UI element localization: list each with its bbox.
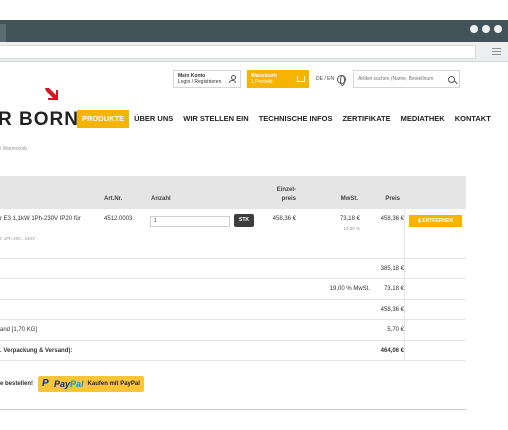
cart-count: 1 Produkt bbox=[251, 79, 273, 85]
browser-tab-strip bbox=[0, 20, 508, 42]
table-row: and [1,70 KG] 5,70 € bbox=[0, 320, 466, 341]
tax-amount: 73,18 € bbox=[383, 286, 404, 292]
grand-total: 464,06 € bbox=[380, 348, 404, 354]
grand-total-label: . Verpackung & Versand): bbox=[0, 348, 73, 354]
tax-rate-label: 19,00 % MwSt. bbox=[329, 286, 370, 292]
shipping-label: and [1,70 KG] bbox=[0, 327, 38, 333]
hamburger-menu-icon[interactable] bbox=[492, 48, 501, 55]
divider bbox=[0, 409, 466, 410]
search-box bbox=[353, 70, 461, 88]
cart-icon bbox=[297, 76, 305, 82]
nav-item-ueber-uns[interactable]: ÜBER UNS bbox=[129, 110, 178, 128]
main-nav: PRODUKTE ÜBER UNS WIR STELLEN EIN TECHNI… bbox=[77, 110, 496, 128]
browser-chrome bbox=[0, 20, 508, 62]
account-button[interactable]: Mein Konto Login / Registrieren bbox=[173, 70, 241, 88]
browser-tab[interactable] bbox=[0, 24, 6, 42]
window-dot-icon[interactable] bbox=[482, 25, 490, 33]
remove-item-button[interactable]: ▮ ENTFERNEN bbox=[409, 215, 462, 227]
user-icon bbox=[229, 75, 236, 83]
nav-item-wir-stellen-ein[interactable]: WIR STELLEN EIN bbox=[178, 110, 253, 128]
subtotal-gross: 458,36 € bbox=[380, 307, 404, 313]
nav-item-technische-infos[interactable]: TECHNISCHE INFOS bbox=[254, 110, 338, 128]
logo-arrow-icon bbox=[45, 88, 58, 100]
paypal-wordmark: PayPal bbox=[54, 379, 84, 389]
checkout-buttons: e bestellen! PayPal Kaufen mit PayPal bbox=[0, 376, 144, 392]
paypal-logo-icon bbox=[42, 378, 50, 389]
shipping-cost: 5,70 € bbox=[387, 327, 404, 333]
remove-label: ENTFERNEN bbox=[422, 218, 453, 224]
table-row: 458,36 € bbox=[0, 300, 466, 320]
item-controls: 1 STK ▮ ENTFERNEN bbox=[0, 176, 466, 276]
nav-item-produkte[interactable]: PRODUKTE bbox=[77, 110, 130, 128]
breadcrumb[interactable]: / Warenkorb bbox=[0, 146, 27, 152]
trash-icon: ▮ bbox=[418, 218, 421, 224]
order-button[interactable]: e bestellen! bbox=[0, 376, 38, 392]
globe-icon bbox=[337, 74, 347, 86]
nav-item-kontakt[interactable]: KONTAKT bbox=[450, 110, 496, 128]
search-input[interactable] bbox=[358, 76, 449, 82]
search-icon[interactable] bbox=[448, 75, 456, 83]
paypal-label: Kaufen mit PayPal bbox=[87, 381, 140, 387]
address-bar[interactable] bbox=[0, 45, 476, 59]
window-dot-icon[interactable] bbox=[494, 25, 502, 33]
quantity-unit-button[interactable]: STK bbox=[234, 214, 254, 227]
address-bar-area bbox=[0, 42, 508, 62]
nav-item-mediathek[interactable]: MEDIATHEK bbox=[396, 110, 450, 128]
window-dot-icon[interactable] bbox=[470, 25, 478, 33]
table-row: . Verpackung & Versand): 464,06 € bbox=[0, 341, 466, 361]
paypal-button[interactable]: PayPal Kaufen mit PayPal bbox=[38, 376, 144, 392]
account-subtitle: Login / Registrieren bbox=[178, 79, 222, 85]
company-logo-text[interactable]: R BORN bbox=[0, 109, 79, 131]
cart-button[interactable]: Warenkorb 1 Produkt bbox=[247, 70, 309, 88]
utility-bar: Mein Konto Login / Registrieren Warenkor… bbox=[173, 70, 461, 88]
nav-item-zertifikate[interactable]: ZERTIFIKATE bbox=[337, 110, 395, 128]
language-switch[interactable]: DE / EN bbox=[316, 74, 347, 86]
language-label: DE / EN bbox=[316, 76, 335, 82]
table-row: 19,00 % MwSt. 73,18 € bbox=[0, 279, 466, 300]
window-controls bbox=[470, 25, 502, 33]
quantity-input[interactable]: 1 bbox=[150, 216, 230, 227]
